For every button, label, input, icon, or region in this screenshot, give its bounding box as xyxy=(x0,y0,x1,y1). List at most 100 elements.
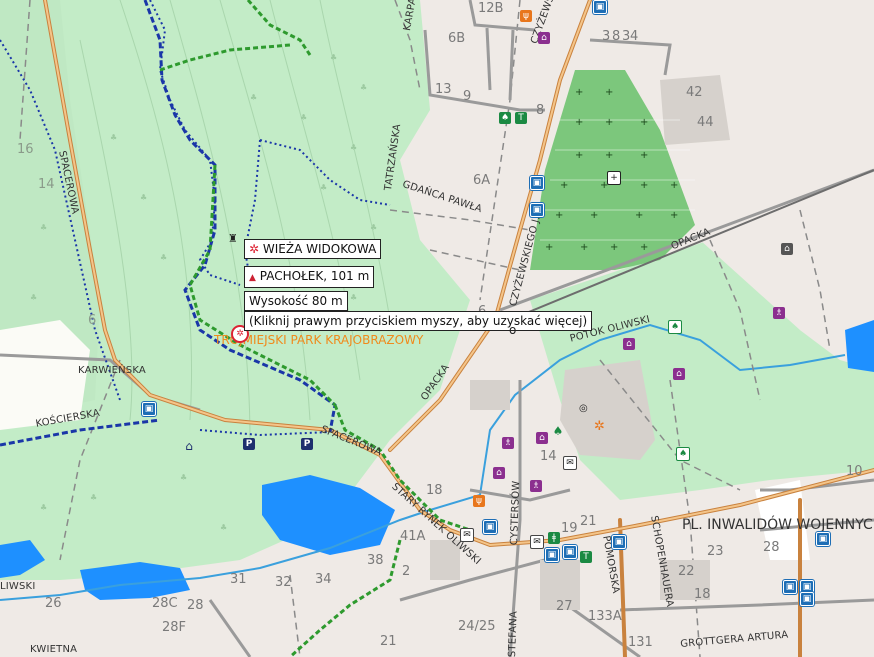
forest-icon[interactable]: ǂ xyxy=(548,532,560,544)
house-number: 22 xyxy=(678,564,695,579)
tooltip-peak: ▲ PACHOŁEK, 101 m xyxy=(244,266,375,288)
house-number: 44 xyxy=(697,115,714,130)
svg-text:+: + xyxy=(590,210,598,221)
bus-stop-icon[interactable]: ▣ xyxy=(563,545,577,559)
museum-icon[interactable]: ♗ xyxy=(530,480,542,492)
peak-icon[interactable]: ♜ xyxy=(228,233,238,244)
house-number: 26 xyxy=(45,596,62,611)
svg-text:♣: ♣ xyxy=(350,143,357,152)
bus-stop-icon[interactable]: ▣ xyxy=(142,402,156,416)
house-number: 3 xyxy=(602,29,611,44)
svg-text:+: + xyxy=(640,150,648,161)
bus-stop-icon[interactable]: ▣ xyxy=(530,176,544,190)
svg-text:+: + xyxy=(640,180,648,191)
church-icon[interactable]: ⌂ xyxy=(781,243,793,255)
house-number: 31 xyxy=(230,572,247,587)
svg-text:♣: ♣ xyxy=(320,183,327,192)
bus-stop-icon[interactable]: ▣ xyxy=(483,520,497,534)
parking-icon[interactable]: P xyxy=(243,438,255,450)
bus-stop-icon[interactable]: ▣ xyxy=(816,532,830,546)
street-stefana: STEFANA xyxy=(507,610,520,657)
shelter-icon[interactable]: ⌂ xyxy=(183,440,195,452)
bus-stop-icon[interactable]: ▣ xyxy=(593,0,607,14)
svg-text:♣: ♣ xyxy=(40,223,47,232)
svg-text:♣: ♣ xyxy=(220,523,227,532)
house-number: 4 xyxy=(630,29,639,44)
tooltip-elevation-text: Wysokość 80 m xyxy=(249,294,343,308)
svg-text:♣: ♣ xyxy=(330,53,337,62)
svg-text:+: + xyxy=(610,242,618,253)
house-number: 42 xyxy=(686,85,703,100)
bus-stop-icon[interactable]: ▣ xyxy=(800,592,814,606)
svg-text:♣: ♣ xyxy=(250,93,257,102)
svg-text:+: + xyxy=(640,117,648,128)
house-number: 28 xyxy=(763,540,780,555)
point-marker-icon[interactable]: o xyxy=(509,324,516,336)
house-number: 8 xyxy=(612,29,621,44)
forest-icon[interactable]: T xyxy=(580,551,592,563)
house-number: 21 xyxy=(580,514,597,529)
restaurant-icon[interactable]: ψ xyxy=(473,495,485,507)
bus-stop-icon[interactable]: ▣ xyxy=(530,203,544,217)
forest-icon[interactable]: ♠ xyxy=(668,320,682,334)
house-number: 6A xyxy=(473,173,491,188)
restaurant-icon[interactable]: ψ xyxy=(520,10,532,22)
house-number: 23 xyxy=(707,544,724,559)
forest-icon[interactable]: ♠ xyxy=(676,447,690,461)
forest-icon[interactable]: ♠ xyxy=(552,425,564,437)
parking-icon[interactable]: P xyxy=(301,438,313,450)
church-icon[interactable]: + xyxy=(607,171,621,185)
svg-text:+: + xyxy=(545,242,553,253)
museum-icon[interactable]: ⌂ xyxy=(538,32,550,44)
museum-icon[interactable]: ♗ xyxy=(773,307,785,319)
museum-icon[interactable]: ⌂ xyxy=(493,467,505,479)
tooltip-tower-text: WIEŻA WIDOKOWA xyxy=(262,242,377,256)
svg-text:+: + xyxy=(555,210,563,221)
house-number: 6B xyxy=(448,31,466,46)
bus-stop-icon[interactable]: ▣ xyxy=(783,580,797,594)
church-icon[interactable]: ✲ xyxy=(594,420,605,433)
svg-text:♣: ♣ xyxy=(110,133,117,142)
street-karwienska: KARWIEŃSKA xyxy=(78,365,146,376)
museum-icon[interactable]: ⌂ xyxy=(673,368,685,380)
svg-text:♣: ♣ xyxy=(370,223,377,232)
tooltip-tower: ✲ WIEŻA WIDOKOWA xyxy=(244,239,382,259)
house-number: 133A xyxy=(588,609,622,624)
house-number: 28C xyxy=(152,596,178,611)
street-oliwski-west: LIWSKI xyxy=(0,581,36,592)
house-number: 16 xyxy=(17,142,34,157)
street-kwietna: KWIETNA xyxy=(30,644,78,655)
svg-text:+: + xyxy=(575,117,583,128)
svg-text:♣: ♣ xyxy=(160,253,167,262)
svg-text:♣: ♣ xyxy=(90,493,97,502)
house-number: 10 xyxy=(846,464,863,479)
forest-icon[interactable]: ♠ xyxy=(499,112,511,124)
svg-text:+: + xyxy=(575,150,583,161)
map-canvas[interactable]: + + + + + + + + + + + + + + + + + + + + ♣ ♣ ♣ ♣ ♣ ♣ ♣ ♣ ♣ ♣ ♣… xyxy=(0,0,874,657)
tooltip-peak-text: PACHOŁEK, 101 m xyxy=(259,269,370,283)
museum-icon[interactable]: ⌂ xyxy=(623,338,635,350)
svg-text:+: + xyxy=(635,210,643,221)
museum-icon[interactable]: ♗ xyxy=(502,437,514,449)
svg-text:♣: ♣ xyxy=(140,193,147,202)
house-number: 28 xyxy=(187,598,204,613)
tooltip-hint: (Kliknij prawym przyciskiem myszy, aby u… xyxy=(244,311,593,331)
house-number: 18 xyxy=(694,587,711,602)
forest-icon[interactable]: T xyxy=(515,112,527,124)
house-number: 34 xyxy=(315,572,332,587)
point-marker-icon[interactable]: ◎ xyxy=(579,404,588,414)
post-office-icon[interactable]: ✉ xyxy=(563,456,577,470)
post-office-icon[interactable]: ✉ xyxy=(460,528,474,542)
post-office-icon[interactable]: ✉ xyxy=(530,535,544,549)
house-number: 14 xyxy=(38,177,55,192)
svg-text:+: + xyxy=(670,180,678,191)
bus-stop-icon[interactable]: ▣ xyxy=(612,535,626,549)
bus-stop-icon[interactable]: ▣ xyxy=(545,548,559,562)
svg-text:♣: ♣ xyxy=(40,503,47,512)
svg-text:♣: ♣ xyxy=(350,293,357,302)
house-number: 8 xyxy=(536,103,545,118)
museum-icon[interactable]: ⌂ xyxy=(536,432,548,444)
house-number: 14 xyxy=(540,449,557,464)
house-number: 19 xyxy=(561,521,578,536)
house-number: 41A xyxy=(400,529,426,544)
